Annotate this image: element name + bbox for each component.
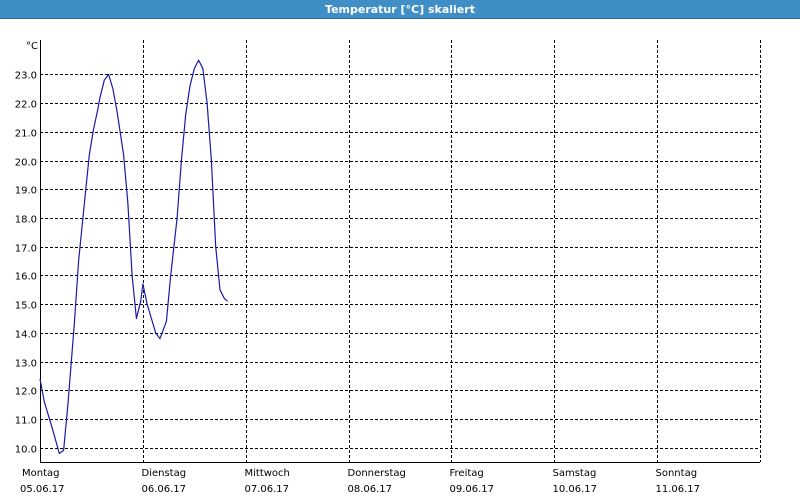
chart-area: 10.0 11.0 12.0 13.0 14.0 15.0 16.0 17.0 18.0 19.0… bbox=[0, 19, 800, 500]
y-axis-unit-label: °C bbox=[26, 41, 38, 52]
x-tick-day-label: Samstag bbox=[553, 468, 597, 479]
x-tick-day-label: Freitag bbox=[450, 468, 484, 479]
y-tick-label: 18.0 bbox=[15, 215, 37, 226]
x-tick-date-label: 05.06.17 bbox=[20, 484, 65, 495]
y-tick-label: 13.0 bbox=[15, 359, 37, 370]
y-tick-label: 22.0 bbox=[15, 100, 37, 111]
y-tick-label: 12.0 bbox=[15, 387, 37, 398]
y-tick-label: 20.0 bbox=[15, 158, 37, 169]
y-tick-label: 16.0 bbox=[15, 272, 37, 283]
chart-title: Temperatur [°C] skaliert bbox=[325, 3, 475, 16]
y-tick-label: 23.0 bbox=[15, 71, 37, 82]
y-tick-label: 19.0 bbox=[15, 186, 37, 197]
x-tick-date-label: 06.06.17 bbox=[142, 484, 187, 495]
y-tick-label: 11.0 bbox=[15, 416, 37, 427]
y-tick-label: 21.0 bbox=[15, 129, 37, 140]
temperature-series-line bbox=[39, 59, 228, 454]
x-tick-day-label: Mittwoch bbox=[245, 468, 290, 479]
y-tick-label: 17.0 bbox=[15, 244, 37, 255]
temperature-chart: 10.0 11.0 12.0 13.0 14.0 15.0 16.0 17.0 18.0 19.0… bbox=[15, 40, 761, 495]
x-tick-date-label: 07.06.17 bbox=[245, 484, 290, 495]
x-tick-day-label: Donnerstag bbox=[348, 468, 406, 479]
chart-title-bar: Temperatur [°C] skaliert bbox=[0, 0, 800, 19]
x-tick-date-label: 10.06.17 bbox=[553, 484, 598, 495]
x-tick-day-label: Montag bbox=[22, 468, 59, 479]
x-tick-day-label: Dienstag bbox=[142, 468, 187, 479]
x-tick-date-label: 09.06.17 bbox=[450, 484, 495, 495]
x-tick-date-label: 11.06.17 bbox=[656, 484, 701, 495]
x-tick-date-label: 08.06.17 bbox=[348, 484, 393, 495]
y-tick-label: 15.0 bbox=[15, 301, 37, 312]
y-tick-label: 14.0 bbox=[15, 330, 37, 341]
x-tick-day-label: Sonntag bbox=[656, 468, 698, 479]
y-tick-label: 10.0 bbox=[15, 445, 37, 456]
